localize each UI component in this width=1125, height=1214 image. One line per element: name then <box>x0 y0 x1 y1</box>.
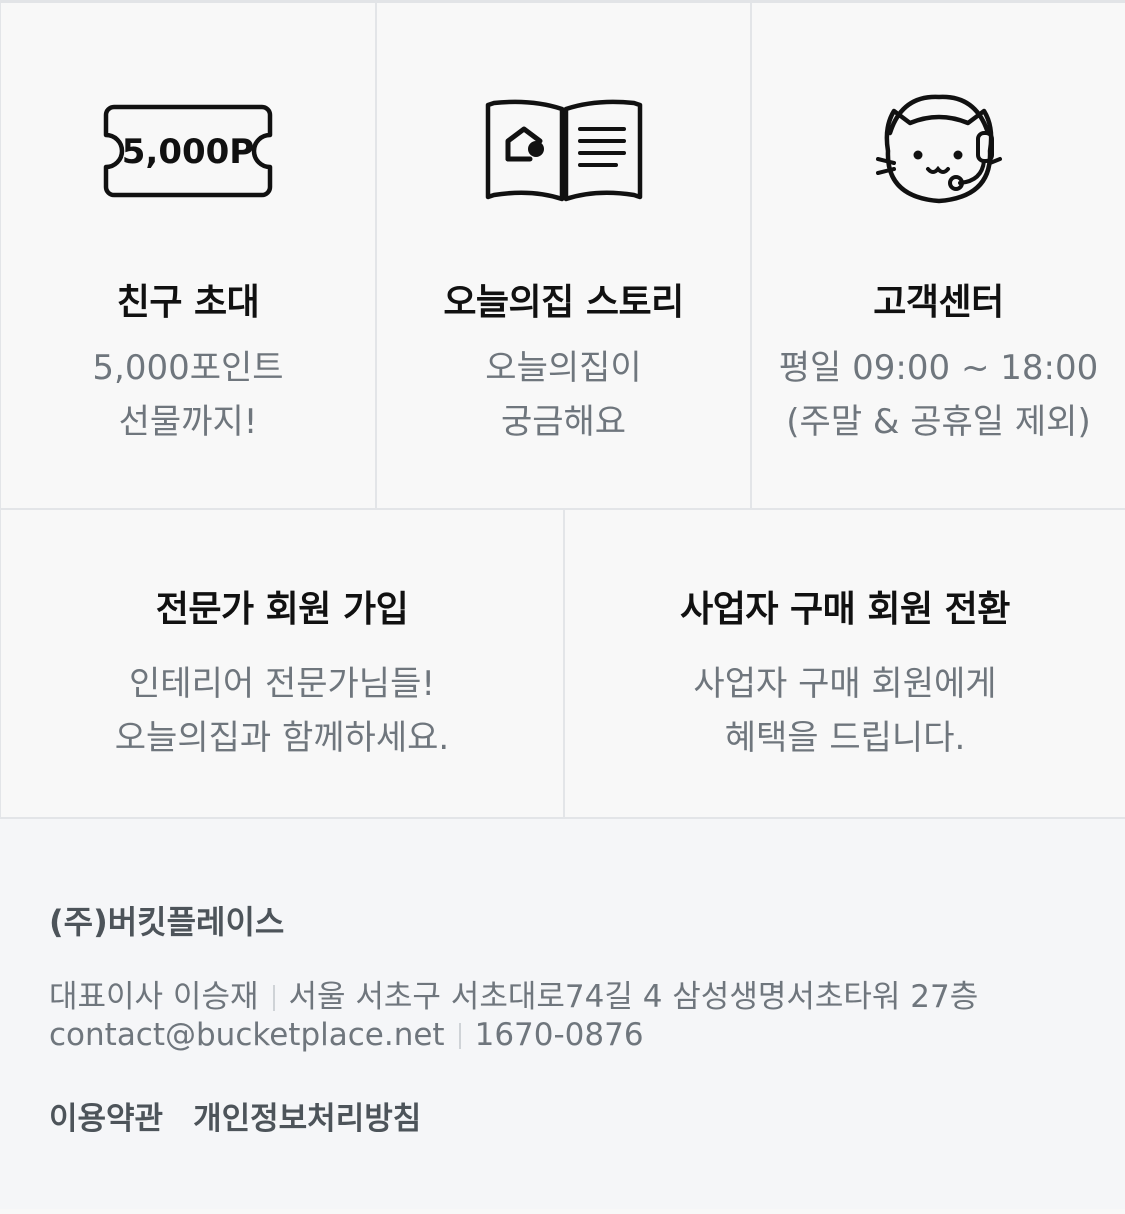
ceo-name: 대표이사 이승재 <box>49 979 259 1015</box>
card-description: 인테리어 전문가님들! 오늘의집과 함께하세요. <box>114 664 450 758</box>
card-title: 고객센터 <box>873 282 1004 323</box>
card-title: 오늘의집 스토리 <box>443 282 684 323</box>
card-friend-invite[interactable]: 5,000P 친구 초대 5,000포인트 선물까지! <box>0 3 375 508</box>
divider <box>272 985 275 1011</box>
card-description: 오늘의집이 궁금해요 <box>485 348 642 442</box>
card-title: 친구 초대 <box>116 282 260 323</box>
card-description: 사업자 구매 회원에게 혜택을 드립니다. <box>693 664 997 758</box>
privacy-policy-link[interactable]: 개인정보처리방침 <box>193 1093 421 1138</box>
footer-links: 이용약관 개인정보처리방침 <box>49 1093 421 1138</box>
card-title: 전문가 회원 가입 <box>155 589 409 630</box>
card-customer-center[interactable]: 고객센터 평일 09:00 ~ 18:00 (주말 & 공휴일 제외) <box>750 3 1125 508</box>
company-info-line-2: contact@bucketplace.net 1670-0876 <box>49 1017 644 1053</box>
contact-email[interactable]: contact@bucketplace.net <box>49 1017 445 1053</box>
terms-of-service-link[interactable]: 이용약관 <box>49 1093 163 1138</box>
company-address: 서울 서초구 서초대로74길 4 삼성생명서초타워 27층 <box>288 979 979 1015</box>
company-footer: (주)버킷플레이스 대표이사 이승재 서울 서초구 서초대로74길 4 삼성생명서… <box>0 819 1125 1209</box>
card-description: 5,000포인트 선물까지! <box>92 348 284 442</box>
app-frame: 5,000P 친구 초대 5,000포인트 선물까지! 오늘의집 스토리 오늘의… <box>0 0 1125 1214</box>
card-expert-signup[interactable]: 전문가 회원 가입 인테리어 전문가님들! 오늘의집과 함께하세요. <box>0 510 563 817</box>
svg-text:5,000P: 5,000P <box>122 132 254 172</box>
divider <box>458 1023 461 1049</box>
coupon-5000p-icon: 5,000P <box>1 95 375 207</box>
top-card-row: 5,000P 친구 초대 5,000포인트 선물까지! 오늘의집 스토리 오늘의… <box>0 3 1125 510</box>
cat-headset-icon <box>752 94 1125 207</box>
contact-phone[interactable]: 1670-0876 <box>475 1017 644 1053</box>
card-business-member[interactable]: 사업자 구매 회원 전환 사업자 구매 회원에게 혜택을 드립니다. <box>563 510 1125 817</box>
company-name: (주)버킷플레이스 <box>49 903 285 941</box>
card-title: 사업자 구매 회원 전환 <box>680 589 1010 630</box>
middle-card-row: 전문가 회원 가입 인테리어 전문가님들! 오늘의집과 함께하세요. 사업자 구… <box>0 510 1125 819</box>
card-description: 평일 09:00 ~ 18:00 (주말 & 공휴일 제외) <box>778 348 1099 442</box>
company-info-line-1: 대표이사 이승재 서울 서초구 서초대로74길 4 삼성생명서초타워 27층 <box>49 971 978 1016</box>
open-book-house-icon <box>377 95 750 207</box>
card-ohouse-story[interactable]: 오늘의집 스토리 오늘의집이 궁금해요 <box>375 3 750 508</box>
